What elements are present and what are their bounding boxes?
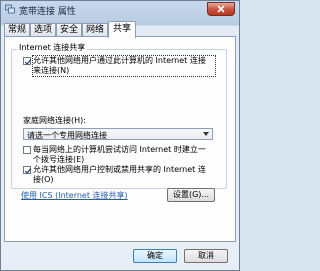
allow-share-label[interactable]: 允许其他网络用户通过此计算机的 Internet 连接 来连接(N) (32, 55, 216, 77)
home-network-label: 家庭网络连接(H): (23, 116, 86, 125)
title-bar[interactable]: 宽带连接 属性 (1, 1, 239, 18)
allow-control-label[interactable]: 允许其他网络用户控制或禁用共享的 Internet 连 接(O) (33, 165, 223, 185)
sharing-panel: Internet 连接共享 允许其他网络用户通过此计算机的 Internet 连… (4, 36, 236, 242)
allow-share-text-1: 允许其他网络用户通过此计算机的 Internet 连接 (33, 56, 206, 65)
home-network-value: 请选一个专用网络连接 (27, 131, 107, 140)
allow-control-text-1: 允许其他网络用户控制或禁用共享的 Internet 连 (33, 165, 206, 174)
checkmark-icon (24, 59, 32, 65)
tab-options[interactable]: 选项 (30, 23, 56, 37)
cancel-button[interactable]: 取消 (184, 249, 228, 263)
window-title: 宽带连接 属性 (19, 7, 76, 17)
checkmark-icon (24, 168, 32, 174)
dial-on-demand-text-2: 个拨号连接(E) (33, 155, 85, 164)
properties-dialog: 宽带连接 属性 常规 选项 安全 网络 共享 Internet 连接共享 允许其… (0, 0, 240, 271)
tab-security[interactable]: 安全 (56, 23, 82, 37)
network-connection-icon (5, 4, 15, 14)
group-title: Internet 连接共享 (17, 42, 88, 53)
close-icon (217, 5, 225, 13)
allow-control-checkbox[interactable] (23, 166, 32, 174)
settings-button[interactable]: 设置(G)... (167, 188, 215, 202)
dial-on-demand-text-1: 每当网络上的计算机尝试访问 Internet 时建立一 (33, 145, 206, 154)
tab-general[interactable]: 常规 (4, 23, 30, 37)
allow-share-checkbox[interactable] (23, 57, 32, 65)
ok-button[interactable]: 确定 (133, 249, 177, 263)
tab-bar: 常规 选项 安全 网络 共享 (4, 21, 236, 38)
ics-help-link[interactable]: 使用 ICS (Internet 连接共享) (21, 190, 128, 201)
allow-share-text-2: 来连接(N) (33, 66, 70, 75)
dial-on-demand-checkbox[interactable] (23, 146, 31, 154)
tab-networking[interactable]: 网络 (82, 23, 108, 37)
chevron-down-icon (203, 132, 209, 136)
close-button[interactable] (207, 2, 235, 16)
dial-on-demand-label[interactable]: 每当网络上的计算机尝试访问 Internet 时建立一 个拨号连接(E) (33, 145, 225, 165)
tab-sharing[interactable]: 共享 (108, 21, 136, 38)
allow-control-text-2: 接(O) (33, 175, 54, 184)
home-network-select[interactable]: 请选一个专用网络连接 (23, 128, 213, 140)
